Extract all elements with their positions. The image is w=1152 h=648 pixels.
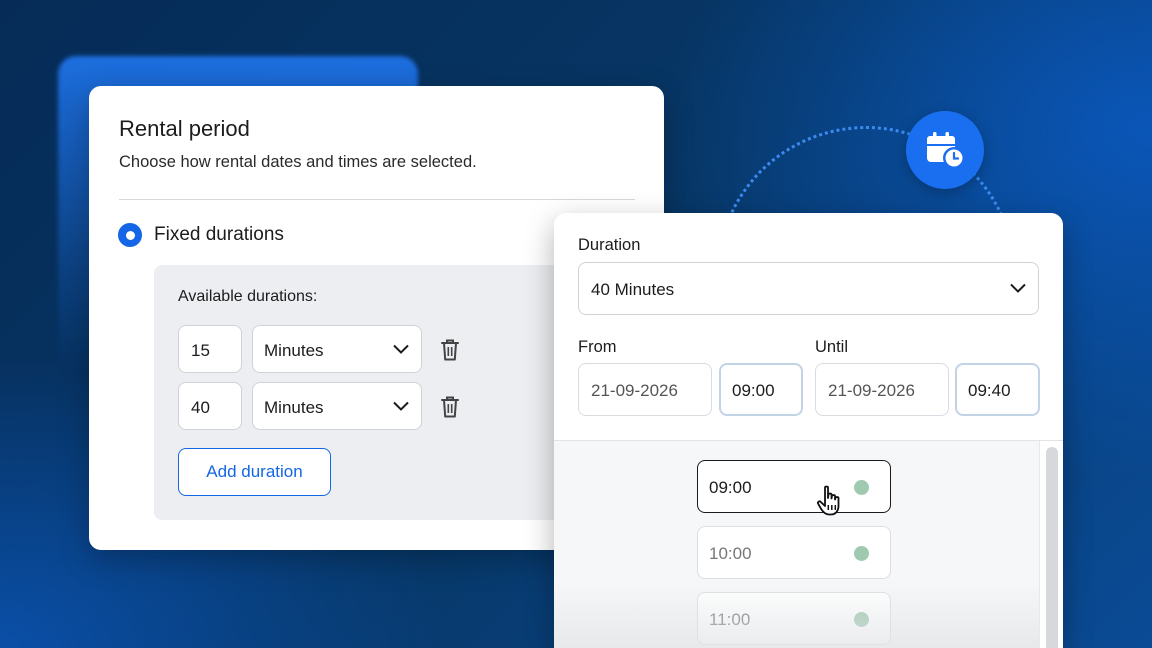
until-date-field[interactable]: 21-09-2026 [815,363,949,416]
until-label: Until [815,338,849,356]
availability-dot [854,612,869,627]
time-slot-label: 11:00 [709,610,751,629]
available-durations-label: Available durations: [178,288,318,305]
duration-amount-input[interactable]: 40 [178,382,242,430]
time-slot-label: 10:00 [709,544,752,563]
divider [119,199,635,200]
card-subtitle: Choose how rental dates and times are se… [119,153,477,171]
duration-select-value: 40 Minutes [591,280,675,299]
availability-dot [854,546,869,561]
time-slot-label: 09:00 [709,478,752,497]
time-slot-list: 09:00 10:00 11:00 [554,440,1063,648]
chevron-down-icon [1010,283,1026,293]
availability-dot [854,480,869,495]
calendar-clock-icon [927,132,965,169]
add-duration-button[interactable]: Add duration [178,448,331,496]
calendar-badge [906,111,984,189]
time-slot[interactable]: 11:00 [697,592,891,645]
duration-label: Duration [578,236,641,254]
fixed-durations-label[interactable]: Fixed durations [154,224,284,246]
card-title: Rental period [119,116,250,141]
time-slot[interactable]: 10:00 [697,526,891,579]
booking-card: Duration 40 Minutes From 21-09-2026 09:0… [554,213,1063,648]
from-date-field[interactable]: 21-09-2026 [578,363,712,416]
duration-unit-select[interactable]: Minutes [252,382,422,430]
duration-unit-select[interactable]: Minutes [252,325,422,373]
time-slot-selected[interactable]: 09:00 [697,460,891,513]
fixed-durations-radio[interactable] [118,223,142,247]
from-label: From [578,338,617,356]
from-time-field[interactable]: 09:00 [719,363,803,416]
duration-unit-value: Minutes [264,341,324,360]
trash-icon[interactable] [440,338,460,362]
until-time-field[interactable]: 09:40 [955,363,1040,416]
trash-icon[interactable] [440,395,460,419]
duration-unit-value: Minutes [264,398,324,417]
hand-pointer-icon [816,485,840,516]
scrollbar[interactable] [1039,441,1063,648]
duration-select[interactable]: 40 Minutes [578,262,1039,315]
chevron-down-icon [393,401,409,411]
duration-amount-input[interactable]: 15 [178,325,242,373]
chevron-down-icon [393,344,409,354]
scrollbar-thumb[interactable] [1046,447,1058,648]
